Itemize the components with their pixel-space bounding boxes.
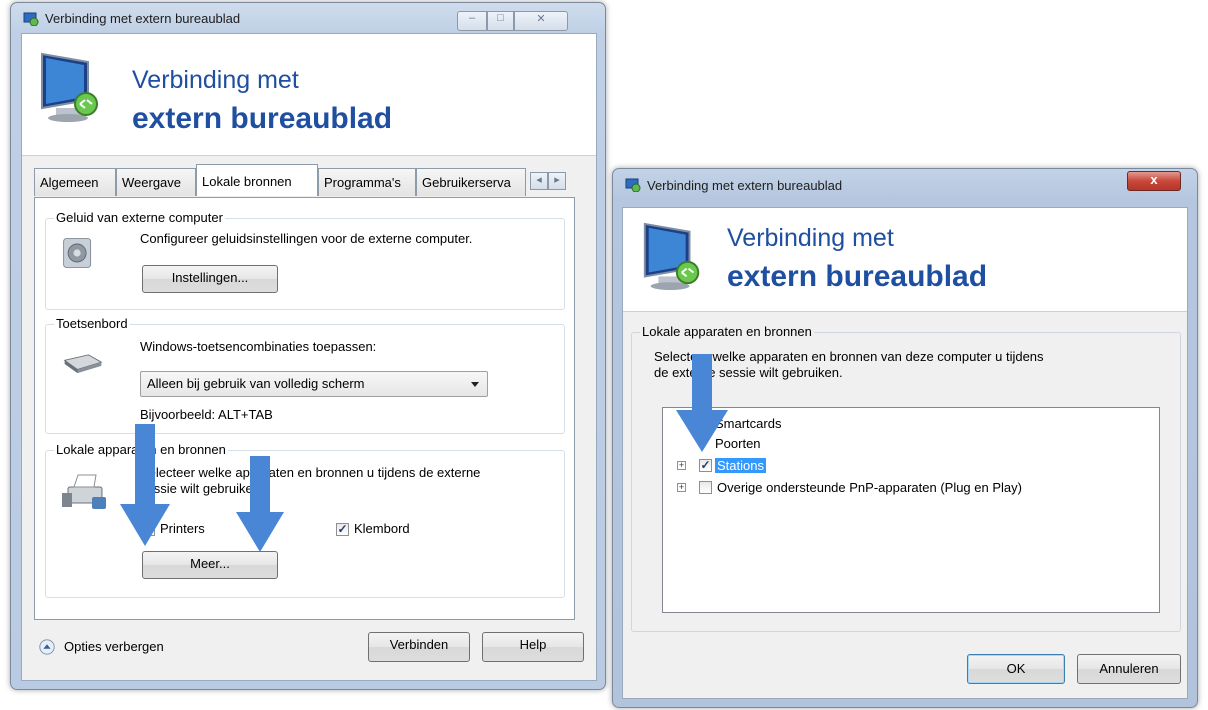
close-button[interactable]: ✕ — [514, 11, 568, 31]
banner: Verbinding met extern bureaublad — [22, 34, 596, 156]
options-label: Opties verbergen — [64, 639, 164, 654]
chevron-left-icon: ◂ — [536, 174, 542, 186]
close-icon: x — [1150, 172, 1158, 187]
ok-button[interactable]: OK — [967, 654, 1065, 684]
dialog-title-bar[interactable]: Verbinding met extern bureaublad x — [613, 169, 1197, 199]
highlight-arrow-printers — [120, 424, 170, 546]
keyboard-combination-value: Alleen bij gebruik van volledig scherm — [147, 376, 365, 391]
chevron-down-icon — [471, 382, 479, 387]
group-sound: Geluid van externe computer Configureer … — [45, 210, 565, 310]
tab-scroll-left-button[interactable]: ◂ — [530, 172, 548, 190]
minimize-button[interactable]: – — [457, 11, 487, 31]
rdp-main-window: Verbinding met extern bureaublad – □ ✕ V… — [10, 2, 606, 690]
pnp-checkbox[interactable] — [699, 481, 712, 494]
remote-desktop-icon — [23, 12, 39, 26]
cancel-button[interactable]: Annuleren — [1077, 654, 1181, 684]
connect-button[interactable]: Verbinden — [368, 632, 470, 662]
chevron-up-circle-icon — [39, 639, 55, 655]
highlight-arrow-more — [236, 456, 284, 552]
tree-item-label: Stations — [715, 458, 766, 473]
dialog-close-button[interactable]: x — [1127, 171, 1181, 191]
stations-checkbox[interactable]: ✓ — [699, 459, 712, 472]
clipboard-checkbox[interactable]: ✓ — [336, 523, 349, 536]
clipboard-label[interactable]: Klembord — [354, 521, 410, 536]
expand-plus-icon[interactable]: + — [677, 483, 686, 492]
close-icon: ✕ — [536, 13, 546, 25]
printer-icon — [62, 474, 106, 509]
minimize-icon: – — [468, 12, 476, 24]
remote-desktop-icon — [625, 178, 641, 192]
dialog-banner-line2: extern bureaublad — [727, 260, 988, 293]
sound-description: Configureer geluidsinstellingen voor de … — [140, 231, 473, 246]
dialog-banner-line1: Verbinding met — [727, 224, 894, 252]
tab-strip: Algemeen Weergave Lokale bronnen Program… — [34, 164, 590, 198]
tab-algemeen[interactable]: Algemeen — [34, 168, 116, 196]
monitor-icon — [643, 222, 700, 291]
keyboard-icon — [63, 354, 103, 374]
device-tree[interactable]: Smartcards Poorten + ✓ Stations + Overig… — [662, 407, 1160, 613]
keyboard-example: Bijvoorbeeld: ALT+TAB — [140, 407, 273, 422]
tab-lokale-bronnen[interactable]: Lokale bronnen — [196, 164, 318, 196]
more-button[interactable]: Meer... — [142, 551, 278, 579]
dialog-banner: Verbinding met extern bureaublad — [623, 208, 1187, 312]
maximize-button[interactable]: □ — [487, 11, 514, 31]
group-keyboard-title: Toetsenbord — [54, 316, 130, 331]
group-keyboard: Toetsenbord Windows-toetsencombinaties t… — [45, 316, 565, 434]
window-client: Verbinding met extern bureaublad Algemee… — [21, 33, 597, 681]
expand-plus-icon[interactable]: + — [677, 461, 686, 470]
banner-title-line2: extern bureaublad — [132, 102, 393, 135]
local-description-line1: Selecteer welke apparaten en bronnen u t… — [140, 465, 481, 480]
title-bar[interactable]: Verbinding met extern bureaublad – □ ✕ — [11, 3, 605, 33]
tab-panel-lokale-bronnen: Geluid van externe computer Configureer … — [34, 197, 575, 620]
help-button[interactable]: Help — [482, 632, 584, 662]
sound-settings-button[interactable]: Instellingen... — [142, 265, 278, 293]
chevron-right-icon: ▸ — [554, 174, 560, 186]
group-sound-title: Geluid van externe computer — [54, 210, 225, 225]
keyboard-combination-select[interactable]: Alleen bij gebruik van volledig scherm — [140, 371, 488, 397]
window-title: Verbinding met extern bureaublad — [45, 11, 241, 26]
tree-item-stations[interactable]: + ✓ Stations — [663, 456, 963, 476]
highlight-arrow-stations — [676, 354, 728, 452]
options-toggle[interactable]: Opties verbergen — [38, 636, 198, 660]
maximize-icon: □ — [497, 12, 504, 24]
tab-gebruikerservaring[interactable]: Gebruikerserva — [416, 168, 526, 196]
dialog-group-title: Lokale apparaten en bronnen — [640, 324, 814, 339]
dialog-title: Verbinding met extern bureaublad — [647, 178, 843, 193]
monitor-icon — [41, 52, 98, 122]
tab-weergave[interactable]: Weergave — [116, 168, 196, 196]
tree-item-pnp[interactable]: + Overige ondersteunde PnP-apparaten (Pl… — [663, 478, 1113, 498]
tab-scroll-right-button[interactable]: ▸ — [548, 172, 566, 190]
speaker-icon — [63, 238, 92, 268]
tab-programmas[interactable]: Programma's — [318, 168, 416, 196]
banner-title-line1: Verbinding met — [132, 66, 299, 94]
keyboard-description: Windows-toetsencombinaties toepassen: — [140, 339, 377, 354]
tree-item-label: Overige ondersteunde PnP-apparaten (Plug… — [717, 480, 1022, 495]
